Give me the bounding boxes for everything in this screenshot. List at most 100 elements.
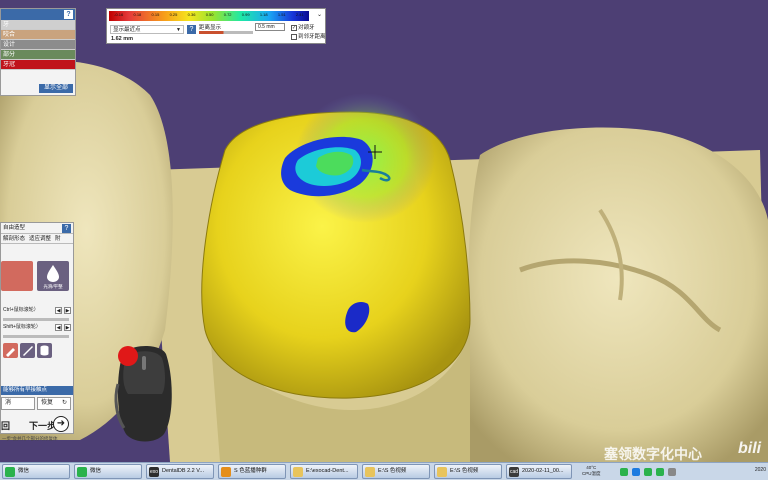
cylinder-icon bbox=[40, 345, 49, 356]
next-button[interactable]: 下一步 bbox=[29, 419, 56, 432]
droplet-icon bbox=[47, 265, 59, 282]
taskbar-item[interactable]: 微信 bbox=[2, 464, 70, 479]
taskbar-item[interactable]: exo DentalDB 2.2 V... bbox=[146, 464, 214, 479]
taskbar: 微信 微信 exo DentalDB 2.2 V... S 色蓝播种群 E:\exocad… bbox=[0, 462, 768, 480]
app-icon bbox=[293, 467, 303, 477]
taskbar-item-label: S 色蓝播种群 bbox=[234, 468, 267, 474]
right-tooth bbox=[467, 127, 768, 462]
min-distance-select[interactable]: 显示最近点 ▼ bbox=[110, 25, 184, 34]
layer-row[interactable]: 牙 bbox=[1, 20, 75, 30]
taskbar-item[interactable]: S 色蓝播种群 bbox=[218, 464, 286, 479]
strength-label: Shift+鼠标滚轮） bbox=[3, 324, 41, 330]
redo-icon: ↻ bbox=[61, 400, 67, 406]
distance-input[interactable]: 0.5 mm bbox=[255, 23, 285, 31]
colorbar-tick-label: -0.16 bbox=[114, 12, 124, 17]
brush-size-slider[interactable] bbox=[3, 318, 69, 321]
clock[interactable]: 2020 bbox=[755, 467, 766, 473]
app-icon bbox=[77, 467, 87, 477]
taskbar-item[interactable]: cad 2020-02-11_00... bbox=[506, 464, 572, 479]
mouse-overlay-icon bbox=[114, 345, 172, 442]
wechat-tray-icon[interactable] bbox=[620, 468, 628, 476]
tool-tabs: 解剖形态 适应调整 附 bbox=[1, 234, 73, 244]
wechat-tray-icon[interactable] bbox=[656, 468, 664, 476]
checkbox-adjacent[interactable]: 到邻牙距离 bbox=[291, 32, 326, 40]
help-button[interactable]: ? bbox=[62, 224, 71, 233]
taskbar-item[interactable]: E:\S 色视频 bbox=[434, 464, 502, 479]
layers-panel: ? 牙咬合 设计 部分 牙冠 显示全部 bbox=[0, 8, 76, 96]
app-icon bbox=[5, 467, 15, 477]
taskbar-item-label: E:\S 色视频 bbox=[378, 468, 407, 474]
strength-slider[interactable] bbox=[3, 335, 69, 338]
network-tray-icon[interactable] bbox=[632, 468, 640, 476]
layer-row[interactable]: 设计 bbox=[1, 40, 75, 50]
min-distance-value: 1.62 mm bbox=[111, 36, 134, 42]
colorbar-tick-label: 0.50 bbox=[205, 12, 214, 17]
checkbox-adjacent-box[interactable] bbox=[291, 33, 297, 40]
tab-adapt[interactable]: 适应调整 bbox=[27, 234, 53, 243]
checkbox-antagonist-label: 对颌牙 bbox=[298, 25, 315, 31]
colorbar-tick-label: 1.18 bbox=[259, 12, 268, 17]
cpu-temp-label: CPU温度 bbox=[582, 471, 601, 476]
tab-anatomy[interactable]: 解剖形态 bbox=[1, 234, 27, 243]
knife-tool[interactable] bbox=[20, 343, 35, 358]
taskbar-item-label: 微信 bbox=[18, 468, 30, 474]
brush-tool[interactable] bbox=[3, 343, 18, 358]
distance-slider[interactable] bbox=[199, 31, 253, 34]
help-button[interactable]: ? bbox=[187, 25, 196, 34]
remove-contacts-button[interactable]: 能够所有早接触点 bbox=[1, 386, 73, 395]
colorbar-tick-label: 2.41 bbox=[295, 12, 304, 17]
chevron-left-icon[interactable]: ◀ bbox=[55, 324, 62, 331]
taskbar-item-label: E:\exocad-Dent... bbox=[306, 468, 349, 474]
add-material-tool[interactable] bbox=[1, 261, 33, 291]
brush-size-label: Ctrl+鼠标滚轮） bbox=[3, 307, 39, 313]
colorbar-tick-label: 0.25 bbox=[169, 12, 178, 17]
colorbar-tick-label: 0.18 bbox=[133, 12, 142, 17]
tab-more[interactable]: 附 bbox=[53, 234, 63, 243]
colorbar-tick-label: 1.51 bbox=[277, 12, 286, 17]
freeform-tool-panel: 自由造型 ? 解剖形态 适应调整 附 光滑/平整 Ctrl+鼠标滚轮） ◀ ▶ … bbox=[0, 222, 74, 441]
taskbar-item-label: DentalDB 2.2 V... bbox=[162, 468, 204, 474]
help-button[interactable]: ? bbox=[64, 10, 73, 19]
system-tray: 40°C CPU温度 2020 bbox=[580, 464, 768, 480]
layer-row[interactable]: 部分 bbox=[1, 50, 75, 60]
hint-text: 一步”会并几个部分的修复体 bbox=[2, 436, 58, 441]
layer-list: 牙咬合 设计 部分 牙冠 bbox=[1, 20, 75, 70]
watermark-text: 塞领数字化中心 bbox=[604, 446, 702, 462]
checkbox-antagonist[interactable]: ✓ 对颌牙 bbox=[291, 23, 315, 31]
brush-icon bbox=[6, 348, 15, 357]
arrow-right-icon[interactable]: ➜ bbox=[53, 416, 69, 432]
taskbar-item[interactable]: E:\exocad-Dent... bbox=[290, 464, 358, 479]
app-icon bbox=[437, 467, 447, 477]
knife-icon bbox=[23, 346, 33, 356]
layer-row[interactable]: 咬合 bbox=[1, 30, 75, 40]
layer-row[interactable]: 牙冠 bbox=[1, 60, 75, 70]
app-icon bbox=[221, 467, 231, 477]
chevron-right-icon[interactable]: ▶ bbox=[64, 324, 71, 331]
chevron-right-icon[interactable]: ▶ bbox=[64, 307, 71, 314]
bilibili-logo: bili bbox=[738, 440, 762, 457]
colorbar-tick-label: 0.15 bbox=[151, 12, 160, 17]
speaker-tray-icon[interactable] bbox=[668, 468, 676, 476]
colorbar-tick-label: 0.99 bbox=[241, 12, 250, 17]
distance-display-label: 距离显示 bbox=[199, 25, 222, 31]
undo-button[interactable]: 消 bbox=[1, 397, 35, 410]
redo-label: 恢复 bbox=[41, 400, 54, 406]
taskbar-item-label: E:\S 色视频 bbox=[450, 468, 479, 474]
show-all-button[interactable]: 显示全部 bbox=[39, 84, 73, 93]
wechat-tray-icon[interactable] bbox=[644, 468, 652, 476]
layers-panel-header: ? bbox=[1, 9, 75, 20]
taskbar-item[interactable]: E:\S 色视频 bbox=[362, 464, 430, 479]
taskbar-item[interactable]: 微信 bbox=[74, 464, 142, 479]
app-icon: cad bbox=[509, 467, 519, 477]
checkbox-antagonist-box[interactable]: ✓ bbox=[291, 24, 297, 31]
chevron-left-icon[interactable]: ◀ bbox=[55, 307, 62, 314]
chevron-down-icon[interactable]: ⌄ bbox=[317, 11, 322, 18]
app-icon: exo bbox=[149, 467, 159, 477]
app-icon bbox=[365, 467, 375, 477]
colorbar-ticks: -0.16 0.18 0.15 0.25 0.36 0.50 0.72 0.99 1.18 1.5… bbox=[109, 12, 309, 20]
tool-panel-title: 自由造型 bbox=[3, 225, 26, 231]
cylinder-tool[interactable] bbox=[37, 343, 52, 358]
smooth-tool[interactable]: 光滑/平整 bbox=[37, 261, 69, 291]
back-button[interactable]: 回 bbox=[1, 419, 10, 432]
redo-button[interactable]: 恢复 ↻ bbox=[37, 397, 71, 410]
